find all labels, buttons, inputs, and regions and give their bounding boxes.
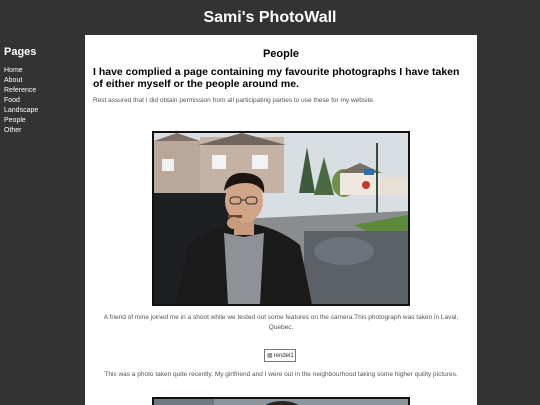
photo-portrait-image — [154, 133, 408, 304]
nav-item-reference: Reference — [4, 86, 82, 96]
nav-link-reference[interactable]: Reference — [4, 87, 36, 94]
photo-caption-2: This was a photo taken quite recently. M… — [104, 371, 458, 378]
nav-link-about[interactable]: About — [4, 77, 22, 84]
nav-item-about: About — [4, 76, 82, 86]
site-header: Sami's PhotoWall — [0, 0, 540, 35]
nav-list: Home About Reference Food Landscape Peop… — [4, 66, 82, 136]
nav-item-people: People — [4, 116, 82, 126]
nav-link-home[interactable]: Home — [4, 67, 23, 74]
nav-link-people[interactable]: People — [4, 117, 26, 124]
intro-text: Rest assured that I did obtain permissio… — [93, 97, 375, 104]
nav-item-landscape: Landscape — [4, 106, 82, 116]
nav-item-home: Home — [4, 66, 82, 76]
broken-image-alt-text: rendel1 — [273, 352, 294, 359]
broken-image-icon: ▦ — [267, 353, 273, 359]
nav-link-landscape[interactable]: Landscape — [4, 107, 38, 114]
photo-caption-1: A friend of mine joined me in a shoot wh… — [103, 314, 459, 331]
site-title: Sami's PhotoWall — [203, 8, 337, 26]
broken-image-rendel1: ▦ rendel1 — [264, 349, 296, 362]
nav-link-food[interactable]: Food — [4, 97, 20, 104]
photo-next-image — [154, 399, 408, 405]
photo-next-partial — [152, 397, 410, 405]
nav-link-other[interactable]: Other — [4, 127, 22, 134]
intro-heading: I have complied a page containing my fav… — [93, 66, 460, 90]
photo-portrait-smoking — [152, 131, 410, 306]
main-content: People I have complied a page containing… — [85, 35, 477, 405]
nav-item-other: Other — [4, 126, 82, 136]
nav-item-food: Food — [4, 96, 82, 106]
sidebar-heading: Pages — [4, 46, 37, 58]
sidebar: Pages Home About Reference Food Landscap… — [4, 46, 82, 136]
page-title: People — [262, 48, 300, 60]
